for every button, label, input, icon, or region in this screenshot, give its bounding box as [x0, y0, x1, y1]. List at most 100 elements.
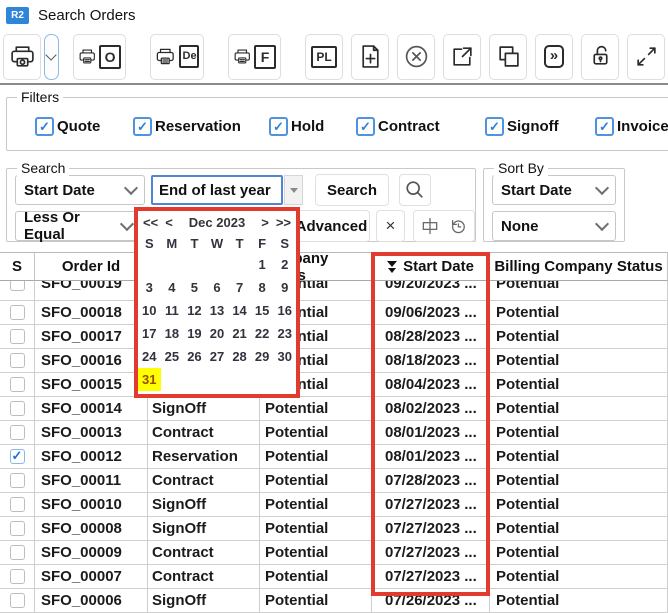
row-select-cell[interactable] [0, 493, 35, 516]
search-button[interactable]: Search [315, 174, 389, 206]
prev-year-button[interactable]: << [143, 215, 158, 230]
column-header-billing-company-status[interactable]: Billing Company Status [490, 253, 668, 281]
order-id-cell[interactable]: SFO_00006 [35, 589, 148, 612]
order-id-cell[interactable]: SFO_00017 [35, 325, 148, 348]
advanced-button[interactable]: Advanced [293, 210, 370, 242]
column-header-order-id[interactable]: Order Id [35, 253, 148, 281]
row-checkbox[interactable] [10, 545, 25, 560]
print-dropdown-button[interactable] [44, 34, 59, 80]
billing-company-status-cell[interactable]: Potential [490, 281, 668, 300]
calendar-day[interactable]: 15 [251, 299, 274, 322]
billing-company-status-cell[interactable]: Potential [490, 301, 668, 324]
start-date-cell[interactable]: 07/26/2023 ... [372, 589, 490, 612]
start-date-cell[interactable]: 08/28/2023 ... [372, 325, 490, 348]
row-select-cell[interactable] [0, 373, 35, 396]
order-id-cell[interactable]: SFO_00013 [35, 421, 148, 444]
history-button[interactable] [444, 212, 472, 240]
calendar-day[interactable]: 22 [251, 322, 274, 345]
calendar-day[interactable]: 21 [228, 322, 251, 345]
table-row-sfo_00016[interactable]: SFO_00016Potential08/18/2023 ...Potentia… [0, 349, 668, 373]
calendar-day[interactable]: 24 [138, 345, 161, 368]
start-date-cell[interactable]: 09/20/2023 ... [372, 281, 490, 300]
filter-reservation[interactable]: ✓Reservation [133, 117, 241, 136]
unlock-button[interactable] [581, 34, 619, 80]
search-operator-select[interactable]: Less Or Equal [15, 211, 141, 241]
company-status-cell[interactable]: Potential [260, 589, 372, 612]
pick-list-button[interactable]: PL [305, 34, 343, 80]
order-id-cell[interactable]: SFO_00010 [35, 493, 148, 516]
magnifier-button[interactable] [399, 174, 431, 206]
row-checkbox[interactable] [10, 329, 25, 344]
order-status-cell[interactable]: SignOff [148, 517, 260, 540]
row-select-cell[interactable] [0, 541, 35, 564]
order-id-cell[interactable]: SFO_00019 [35, 281, 148, 300]
company-status-cell[interactable]: Potential [260, 541, 372, 564]
table-row-sfo_00009[interactable]: SFO_00009ContractPotential07/27/2023 ...… [0, 541, 668, 565]
billing-company-status-cell[interactable]: Potential [490, 397, 668, 420]
calendar-day[interactable]: 11 [161, 299, 184, 322]
table-row-sfo_00017[interactable]: SFO_00017Potential08/28/2023 ...Potentia… [0, 325, 668, 349]
column-header-start-date[interactable]: Start Date [372, 253, 490, 281]
table-row-sfo_00010[interactable]: SFO_00010SignOffPotential07/27/2023 ...P… [0, 493, 668, 517]
table-row-sfo_00007[interactable]: SFO_00007ContractPotential07/27/2023 ...… [0, 565, 668, 589]
search-value-dropdown-button[interactable] [284, 175, 303, 205]
row-select-cell[interactable] [0, 517, 35, 540]
row-checkbox[interactable] [10, 377, 25, 392]
row-select-cell[interactable] [0, 469, 35, 492]
start-date-cell[interactable]: 08/18/2023 ... [372, 349, 490, 372]
table-row-sfo_00006[interactable]: SFO_00006SignOffPotential07/26/2023 ...P… [0, 589, 668, 613]
table-row-sfo_00014[interactable]: SFO_00014SignOffPotential08/02/2023 ...P… [0, 397, 668, 421]
filter-quote[interactable]: ✓Quote [35, 117, 100, 136]
row-select-cell[interactable] [0, 421, 35, 444]
row-select-cell[interactable] [0, 397, 35, 420]
row-select-cell[interactable] [0, 325, 35, 348]
company-status-cell[interactable]: Potential [260, 565, 372, 588]
calendar-day[interactable]: 17 [138, 322, 161, 345]
start-date-cell[interactable]: 08/04/2023 ... [372, 373, 490, 396]
prev-month-button[interactable]: < [165, 215, 173, 230]
row-select-cell[interactable] [0, 349, 35, 372]
company-status-cell[interactable]: Potential [260, 493, 372, 516]
order-status-cell[interactable]: Contract [148, 469, 260, 492]
order-id-cell[interactable]: SFO_00008 [35, 517, 148, 540]
order-status-cell[interactable]: Contract [148, 565, 260, 588]
filter-contract[interactable]: ✓Contract [356, 117, 440, 136]
row-checkbox[interactable] [10, 449, 25, 464]
calendar-day[interactable]: 12 [183, 299, 206, 322]
billing-company-status-cell[interactable]: Potential [490, 373, 668, 396]
order-status-cell[interactable]: Contract [148, 541, 260, 564]
calendar-day[interactable]: 9 [273, 276, 296, 299]
company-status-cell[interactable]: Potential [260, 397, 372, 420]
calendar-day[interactable]: 13 [206, 299, 229, 322]
checkbox-checked-icon[interactable]: ✓ [595, 117, 614, 136]
reschedule-button[interactable]: » [535, 34, 573, 80]
calendar-day[interactable]: 16 [273, 299, 296, 322]
order-id-cell[interactable]: SFO_00012 [35, 445, 148, 468]
sort-secondary-select[interactable]: None [492, 211, 616, 241]
order-id-cell[interactable]: SFO_00011 [35, 469, 148, 492]
order-id-cell[interactable]: SFO_00009 [35, 541, 148, 564]
print-order-button[interactable]: O [73, 34, 126, 80]
order-status-cell[interactable]: SignOff [148, 397, 260, 420]
calendar-day[interactable]: 18 [161, 322, 184, 345]
order-status-cell[interactable]: SignOff [148, 493, 260, 516]
row-checkbox[interactable] [10, 473, 25, 488]
order-id-cell[interactable]: SFO_00015 [35, 373, 148, 396]
filter-invoiced[interactable]: ✓Invoiced [595, 117, 668, 136]
search-value-input[interactable]: End of last year [151, 175, 283, 205]
calendar-day[interactable]: 19 [183, 322, 206, 345]
calendar-day[interactable]: 31 [138, 368, 161, 391]
company-status-cell[interactable]: Potential [260, 517, 372, 540]
billing-company-status-cell[interactable]: Potential [490, 493, 668, 516]
order-id-cell[interactable]: SFO_00018 [35, 301, 148, 324]
calendar-day[interactable]: 20 [206, 322, 229, 345]
table-row-sfo_00011[interactable]: SFO_00011ContractPotential07/28/2023 ...… [0, 469, 668, 493]
calendar-day[interactable]: 27 [206, 345, 229, 368]
calendar-day[interactable]: 6 [206, 276, 229, 299]
order-id-cell[interactable]: SFO_00007 [35, 565, 148, 588]
row-checkbox[interactable] [10, 497, 25, 512]
calendar-day[interactable]: 2 [273, 253, 296, 276]
company-status-cell[interactable]: Potential [260, 469, 372, 492]
print-form-button[interactable]: F [228, 34, 281, 80]
order-id-cell[interactable]: SFO_00016 [35, 349, 148, 372]
